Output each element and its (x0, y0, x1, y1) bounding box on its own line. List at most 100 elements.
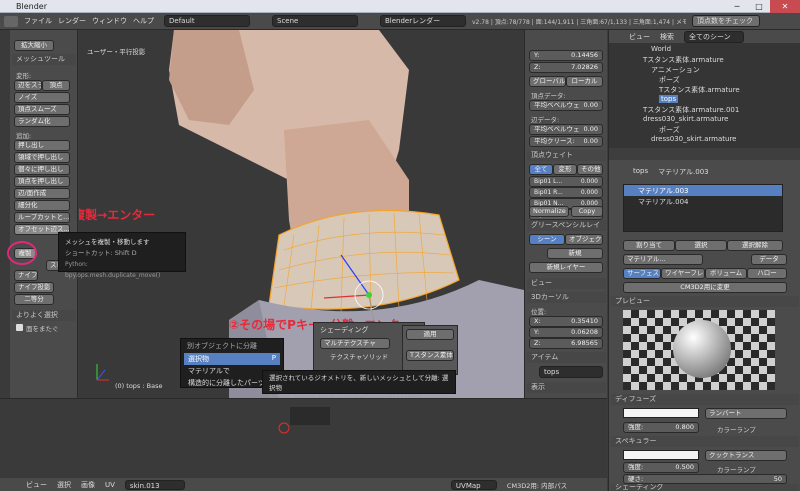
scene-select[interactable]: Scene (272, 15, 358, 27)
gp-object-tab[interactable]: オブジェクト (565, 234, 603, 245)
gp-scene-tab[interactable]: シーン (529, 234, 565, 245)
outliner-item-armature-2[interactable]: Tスタンス素体.armature (659, 85, 740, 95)
render-engine-select[interactable]: Blenderレンダー (380, 15, 466, 27)
outliner-view-menu[interactable]: ビュー (629, 32, 650, 42)
diffuse-color-swatch[interactable] (623, 408, 699, 418)
uv-view-menu[interactable]: ビュー (26, 480, 47, 490)
menu-window[interactable]: ウィンドウ (92, 16, 127, 26)
deselect-button[interactable]: 選択解除 (727, 240, 783, 251)
extrude-vertices-button[interactable]: 頂点を押し出し (14, 176, 70, 187)
uv-image-menu[interactable]: 画像 (81, 480, 95, 490)
z-field[interactable]: Z: 7.02826 (529, 62, 603, 73)
weight-row-1[interactable]: Bip01 L... 0.000 (529, 176, 603, 187)
uv-editor[interactable] (0, 398, 607, 478)
multitexture-select[interactable]: マルチテクスチャ (320, 338, 390, 349)
apply-button[interactable]: 適用 (406, 329, 454, 340)
cooktorr-select[interactable]: クックトランス (705, 450, 787, 461)
bridge-checkbox[interactable] (16, 324, 23, 331)
wire-tab[interactable]: ワイヤーフレ (661, 268, 705, 279)
material-slot-2[interactable]: マテリアル.004 (624, 196, 782, 207)
outliner-item-world[interactable]: World (651, 45, 671, 53)
outliner-item-pose-2[interactable]: ポーズ (659, 125, 680, 135)
minimize-icon[interactable]: ─ (726, 0, 748, 13)
item-name-field[interactable]: tops (539, 366, 603, 378)
bisect-button[interactable]: 二等分 (14, 294, 54, 305)
weights-tab-deform[interactable]: 変形 (553, 164, 577, 175)
outliner-search-menu[interactable]: 検索 (660, 32, 674, 42)
info-editor-icon[interactable] (4, 15, 18, 27)
material-data-select[interactable]: データ (751, 254, 787, 265)
edge-bevel-field[interactable]: 平均ベベルウェ 0.00 (529, 124, 603, 135)
weights-tab-all[interactable]: 全て (529, 164, 553, 175)
menu-render[interactable]: レンダー (58, 16, 86, 26)
material-slot-1[interactable]: マテリアル.003 (624, 185, 782, 196)
check-vertex-button[interactable]: 頂点数をチェック (692, 15, 760, 27)
extrude-individual-button[interactable]: 個々に押し出し (14, 164, 70, 175)
specular-intensity-field[interactable]: 強度: 0.500 (623, 462, 699, 473)
outliner-item-armature[interactable]: Tスタンス素体.armature (643, 55, 724, 65)
loopcut-button[interactable]: ループカットと... (14, 212, 70, 223)
uv-uv-menu[interactable]: UV (105, 481, 115, 489)
knife-button[interactable]: ナイフ (14, 270, 38, 281)
uv-image-field[interactable]: skin.013 (124, 479, 185, 490)
select-button[interactable]: 選択 (675, 240, 727, 251)
assign-button[interactable]: 割り当て (623, 240, 675, 251)
knife-project-button[interactable]: ナイフ投影 (14, 282, 54, 293)
crease-field[interactable]: 平均クリース: 0.00 (529, 136, 603, 147)
surface-tab[interactable]: サーフェス (623, 268, 661, 279)
randomize-button[interactable]: ランダム化 (14, 116, 70, 127)
cursor-z-field[interactable]: Z: 6.98565 (529, 338, 603, 349)
extrude-select[interactable]: 押し出し (14, 140, 70, 151)
menu-help[interactable]: ヘルプ (133, 16, 154, 26)
scale-button[interactable]: 拡大縮小 (14, 40, 54, 51)
volume-tab[interactable]: ボリューム (705, 268, 747, 279)
specular-ramp-label[interactable]: カラーランプ (717, 464, 756, 474)
outliner-item-tops[interactable]: tops (659, 95, 679, 103)
outliner-item-animation[interactable]: アニメーション (651, 65, 700, 75)
weight-row-2[interactable]: Bip01 R... 0.000 (529, 187, 603, 198)
layout-select[interactable]: Default (164, 15, 250, 27)
diffuse-intensity-field[interactable]: 強度: 0.800 (623, 422, 699, 433)
edge-slide-button[interactable]: 辺をスライド (14, 80, 42, 91)
cursor-y-field[interactable]: Y: 0.06208 (529, 327, 603, 338)
smooth-vertex-button[interactable]: 頂点スムーズ (14, 104, 70, 115)
normalize-button[interactable]: Normalize (529, 206, 569, 217)
vertex-slide-button[interactable]: 頂点 (42, 80, 70, 91)
lambert-select[interactable]: ランバート (705, 408, 787, 419)
outliner-item-skirt[interactable]: dress030_skirt.armature (643, 115, 729, 123)
uv-select-menu[interactable]: 選択 (57, 480, 71, 490)
hardness-field[interactable]: 硬さ: 50 (623, 474, 787, 484)
subdivide-button[interactable]: 細分化 (14, 200, 70, 211)
cm3d2-convert-button[interactable]: CM3D2用に変更 (623, 282, 787, 293)
vertex-bevel-field[interactable]: 平均ベベルウェ 0.00 (529, 100, 603, 111)
uvmap-field[interactable]: UVMap (450, 479, 497, 490)
specular-color-swatch[interactable] (623, 450, 699, 460)
gp-new-button[interactable]: 新規 (547, 248, 603, 259)
outliner-filter-select[interactable]: 全てのシーン (684, 30, 744, 43)
close-icon[interactable]: ✕ (770, 0, 800, 13)
noise-button[interactable]: ノイズ (14, 92, 70, 103)
extrude-region-button[interactable]: 領域で押し出し (14, 152, 70, 163)
diffuse-intensity-label: 強度: (628, 423, 644, 431)
halo-tab[interactable]: ハロー (747, 268, 787, 279)
separate-selected-item[interactable]: 選択物 P (184, 353, 280, 365)
weights-tab-other[interactable]: その他 (577, 164, 603, 175)
outliner-item-skirt-2[interactable]: dress030_skirt.armature (651, 135, 737, 143)
cursor-x-field[interactable]: X: 0.35410 (529, 316, 603, 327)
tstance-field[interactable]: Tスタンス素体 (406, 350, 454, 361)
diffuse-intensity-value: 0.800 (675, 423, 694, 431)
bridge-label: 面をまたぐ (26, 325, 59, 333)
outliner: ビュー 検索 全てのシーン World Tスタンス素体.armature アニメ… (608, 30, 800, 148)
diffuse-ramp-label[interactable]: カラーランプ (717, 424, 756, 434)
gp-new-layer-button[interactable]: 新規レイヤー (529, 262, 603, 273)
global-button[interactable]: グローバル (529, 76, 566, 87)
outliner-item-pose[interactable]: ポーズ (659, 75, 680, 85)
copy-button[interactable]: Copy (571, 206, 603, 217)
y-field[interactable]: Y: 0.14456 (529, 50, 603, 61)
maximize-icon[interactable]: □ (748, 0, 770, 13)
menu-file[interactable]: ファイル (24, 16, 52, 26)
material-name-field[interactable]: マテリアル... (623, 254, 703, 265)
make-face-button[interactable]: 辺/面作成 (14, 188, 70, 199)
outliner-item-armature-001[interactable]: Tスタンス素体.armature.001 (643, 105, 739, 115)
local-button[interactable]: ローカル (566, 76, 603, 87)
